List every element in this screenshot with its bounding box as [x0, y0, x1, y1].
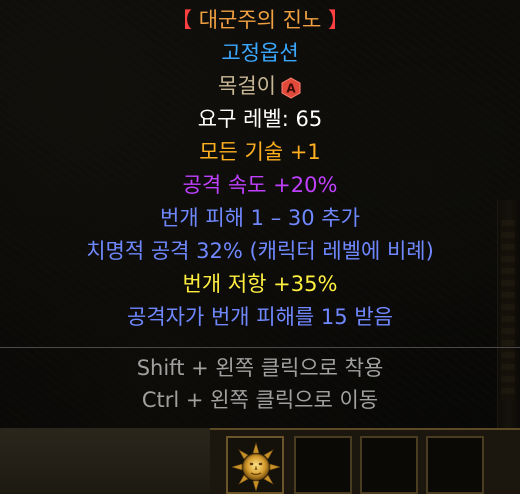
inventory-slot-empty[interactable]: [294, 436, 352, 494]
inventory-slot-empty[interactable]: [360, 436, 418, 494]
sun-amulet-icon: [232, 441, 280, 492]
item-rarity: 고정옵션: [221, 41, 299, 65]
bottom-left-frame: [0, 428, 210, 492]
badge-letter: A: [286, 81, 296, 95]
item-title: 【 대군주의 진노 】: [0, 4, 520, 37]
tooltip-hints: Shift + 왼쪽 클릭으로 착용 Ctrl + 왼쪽 클릭으로 이동: [0, 352, 520, 416]
stat-attack-speed: 공격 속도 +20%: [182, 173, 338, 197]
stat-lightning-damage: 번개 피해 1 – 30 추가: [160, 206, 360, 230]
tooltip-separator: [0, 347, 520, 348]
item-tooltip: 【 대군주의 진노 】 고정옵션 목걸이 A 요구 레벨: 65 모든 기술 +…: [0, 0, 520, 428]
stat-lightning-resist: 번개 저항 +35%: [182, 272, 338, 296]
inventory-slot-empty[interactable]: [426, 436, 484, 494]
stat-all-skills: 모든 기술 +1: [199, 140, 321, 164]
required-level: 요구 레벨: 65: [197, 107, 323, 131]
hint-equip: Shift + 왼쪽 클릭으로 착용: [136, 356, 384, 380]
item-name: 대군주의 진노: [198, 8, 322, 32]
hint-move: Ctrl + 왼쪽 클릭으로 이동: [141, 388, 379, 412]
stat-crushing-blow: 치명적 공격 32% (캐릭터 레벨에 비례): [86, 239, 434, 263]
item-type-row: 목걸이 A: [0, 70, 520, 103]
stat-attacker-damage: 공격자가 번개 피해를 15 받음: [127, 305, 393, 329]
title-bracket-close: 】: [321, 8, 349, 32]
ascended-badge-icon: A: [281, 76, 301, 99]
inventory-strip: [210, 428, 520, 494]
inventory-slot-amulet[interactable]: [226, 436, 284, 494]
item-type: 목걸이: [218, 74, 276, 98]
title-bracket-open: 【: [171, 8, 199, 32]
